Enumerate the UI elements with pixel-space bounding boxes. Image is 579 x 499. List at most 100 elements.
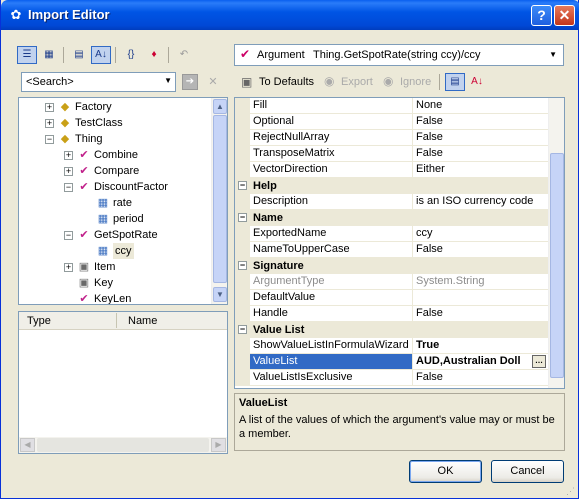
property-name[interactable]: ArgumentType [250, 274, 413, 290]
property-value[interactable]: False [413, 306, 548, 322]
ok-button[interactable]: OK [409, 460, 482, 483]
collapse-icon[interactable]: − [45, 135, 54, 144]
help-button[interactable]: ? [531, 5, 552, 26]
property-name[interactable]: DefaultValue [250, 290, 413, 306]
property-grid[interactable]: Fill None Optional False RejectNullArray Fals… [234, 97, 565, 389]
tree-item[interactable]: + ✔ Compare [19, 163, 209, 179]
property-name[interactable]: ExportedName [250, 226, 413, 242]
argument-selector[interactable]: ✔ Argument Thing.GetSpotRate(string ccy)… [234, 44, 564, 66]
collapse-icon[interactable]: − [64, 231, 73, 240]
property-row[interactable]: Description is an ISO currency code [235, 194, 548, 210]
property-row[interactable]: RejectNullArray False [235, 130, 548, 146]
grid-view-icon[interactable]: ▦ [39, 46, 59, 64]
column-divider[interactable] [116, 313, 117, 328]
undo-icon[interactable]: ↶ [174, 46, 194, 64]
property-row[interactable]: Optional False [235, 114, 548, 130]
column-name-header[interactable]: Name [128, 315, 157, 327]
grid-scrollbar[interactable] [548, 98, 564, 388]
close-button[interactable]: ✕ [554, 5, 575, 26]
property-name[interactable]: Handle [250, 306, 413, 322]
property-name[interactable]: ValueList [250, 354, 413, 370]
tree-item[interactable]: ✔ KeyLen [19, 291, 209, 304]
expand-icon[interactable]: + [45, 103, 54, 112]
property-category[interactable]: − Value List [235, 322, 548, 338]
property-category[interactable]: − Signature [235, 258, 548, 274]
tree-item[interactable]: ▦ rate [19, 195, 209, 211]
sort-az-icon[interactable]: A↓ [467, 73, 487, 91]
property-value[interactable]: None [413, 98, 548, 114]
categorized-icon[interactable]: ▤ [445, 73, 465, 91]
property-value[interactable]: False [413, 370, 548, 386]
collapse-icon[interactable]: − [238, 261, 247, 270]
type-name-list[interactable]: Type Name ◀ ▶ [18, 311, 228, 454]
property-value[interactable]: ccy [413, 226, 548, 242]
tree-item[interactable]: + ◆ TestClass [19, 115, 209, 131]
property-row[interactable]: VectorDirection Either [235, 162, 548, 178]
collapse-icon[interactable]: − [238, 181, 247, 190]
column-type-header[interactable]: Type [27, 315, 51, 327]
sort-az-icon[interactable]: A↓ [91, 46, 111, 64]
tree-item[interactable]: + ◆ Factory [19, 99, 209, 115]
ignore-button[interactable]: Ignore [400, 76, 431, 88]
property-value[interactable]: System.String [413, 274, 548, 290]
property-row[interactable]: ExportedName ccy [235, 226, 548, 242]
property-name[interactable]: NameToUpperCase [250, 242, 413, 258]
clear-icon[interactable]: ♦ [144, 46, 164, 64]
chevron-down-icon[interactable]: ▼ [164, 76, 172, 85]
scroll-left-icon[interactable]: ◀ [20, 438, 35, 452]
property-value[interactable]: False [413, 146, 548, 162]
property-name[interactable]: Optional [250, 114, 413, 130]
scroll-right-icon[interactable]: ▶ [211, 438, 226, 452]
tree-scrollbar[interactable]: ▲ ▼ [211, 98, 227, 304]
scroll-thumb[interactable] [213, 115, 227, 283]
property-category[interactable]: − Name [235, 210, 548, 226]
property-row[interactable]: Handle False [235, 306, 548, 322]
property-value[interactable]: AUD,Australian Doll… [413, 354, 548, 370]
property-name[interactable]: Fill [250, 98, 413, 114]
object-tree[interactable]: + ◆ Factory + ◆ TestClass − ◆ Thing + ✔ Combine + ✔ Co… [18, 97, 228, 305]
search-clear-icon[interactable]: ✕ [205, 74, 221, 90]
chevron-down-icon[interactable]: ▼ [549, 50, 557, 59]
property-value[interactable]: True [413, 338, 548, 354]
property-name[interactable]: RejectNullArray [250, 130, 413, 146]
property-row[interactable]: ShowValueListInFormulaWizard True [235, 338, 548, 354]
property-value[interactable]: False [413, 114, 548, 130]
property-row[interactable]: ArgumentType System.String [235, 274, 548, 290]
property-name[interactable]: Description [250, 194, 413, 210]
property-value[interactable] [413, 290, 548, 306]
braces-icon[interactable]: {} [121, 46, 141, 64]
property-value[interactable]: Either [413, 162, 548, 178]
categorized-icon[interactable]: ▤ [69, 46, 89, 64]
tree-item[interactable]: + ✔ Combine [19, 147, 209, 163]
tree-view-icon[interactable]: ☰ [17, 46, 37, 64]
collapse-icon[interactable]: − [238, 213, 247, 222]
property-name[interactable]: ValueListIsExclusive [250, 370, 413, 386]
scroll-thumb[interactable] [550, 153, 564, 378]
title-bar[interactable]: ✿ Import Editor ? ✕ [1, 0, 579, 30]
property-name[interactable]: VectorDirection [250, 162, 413, 178]
property-row[interactable]: DefaultValue [235, 290, 548, 306]
cancel-button[interactable]: Cancel [491, 460, 564, 483]
tree-item[interactable]: ▦ period [19, 211, 209, 227]
property-row[interactable]: ValueListIsExclusive False [235, 370, 548, 386]
ellipsis-button[interactable]: … [532, 355, 546, 368]
expand-icon[interactable]: + [64, 151, 73, 160]
expand-icon[interactable]: + [64, 263, 73, 272]
property-row[interactable]: ValueList AUD,Australian Doll… [235, 354, 548, 370]
search-input[interactable]: <Search> [26, 76, 74, 88]
tree-item[interactable]: + ▣ Item [19, 259, 209, 275]
tree-item[interactable]: − ◆ Thing [19, 131, 209, 147]
property-row[interactable]: TransposeMatrix False [235, 146, 548, 162]
collapse-icon[interactable]: − [64, 183, 73, 192]
resize-grip-icon[interactable]: ⋰ [566, 486, 576, 496]
search-combo[interactable]: <Search> ▼ [21, 72, 176, 92]
property-value[interactable]: is an ISO currency code [413, 194, 548, 210]
search-go-icon[interactable]: ➔ [182, 74, 198, 90]
expand-icon[interactable]: + [64, 167, 73, 176]
tree-item[interactable]: ▦ ccy [19, 243, 209, 259]
scroll-thumb[interactable] [37, 438, 209, 452]
property-name[interactable]: TransposeMatrix [250, 146, 413, 162]
property-category[interactable]: − Help [235, 178, 548, 194]
tree-item[interactable]: ▣ Key [19, 275, 209, 291]
property-value[interactable]: False [413, 130, 548, 146]
